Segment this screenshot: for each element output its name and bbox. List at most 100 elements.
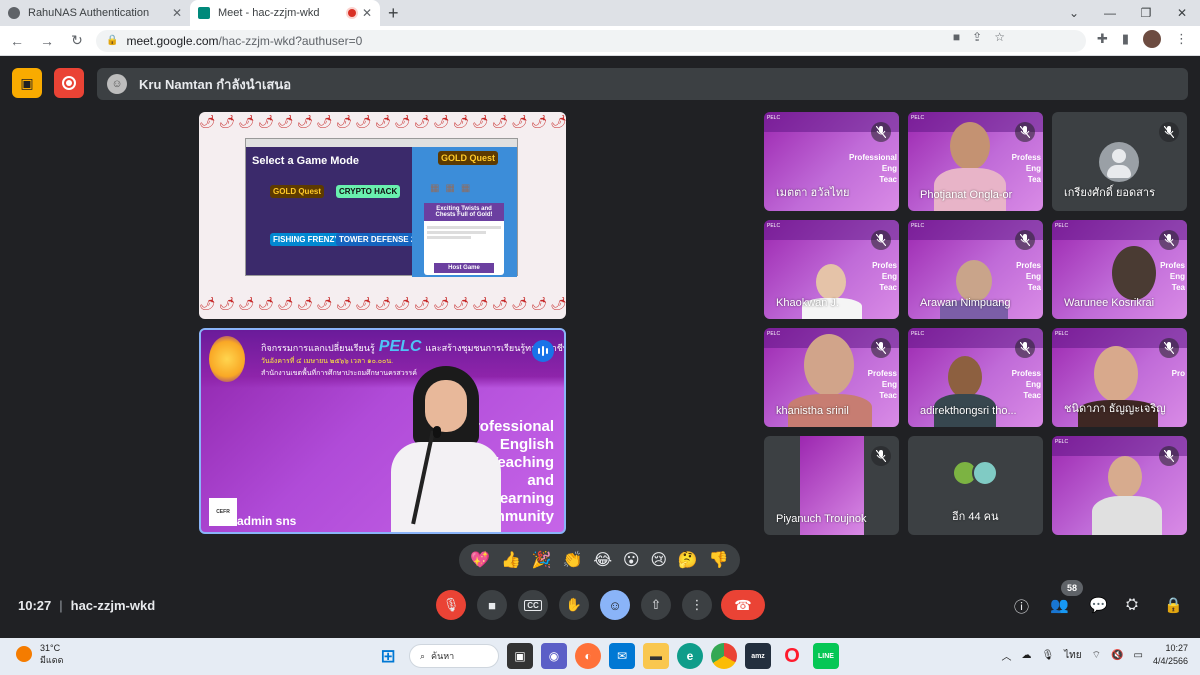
reaction-thumbs-up[interactable]: 👍: [501, 550, 521, 570]
clock[interactable]: 10:27 4/4/2566: [1153, 642, 1188, 668]
reaction-heart[interactable]: 💖: [470, 550, 490, 570]
weather-widget[interactable]: 31°C มีแดด: [16, 642, 63, 666]
raise-hand-button[interactable]: ✋: [559, 590, 589, 620]
game-logo-fishing: FISHING FRENZY: [270, 233, 343, 246]
back-icon[interactable]: ←: [4, 28, 30, 54]
game-side-panel: GOLD Quest ▦▦▦ Exciting Twists and Chest…: [412, 147, 517, 277]
game-browser-bar: [246, 139, 517, 147]
mic-off-icon: [871, 122, 891, 142]
end-call-button[interactable]: ☎: [721, 590, 765, 620]
reaction-laugh[interactable]: 😂: [593, 550, 612, 570]
participant-tile[interactable]: PELC Profess Eng Tea Photjanat Ongla-or: [908, 112, 1043, 211]
participant-tile[interactable]: PELC: [1052, 436, 1187, 535]
line-app-icon[interactable]: LINE: [813, 643, 839, 669]
participant-tile[interactable]: PELC Profes Eng Teac Khaokwan J.: [764, 220, 899, 319]
side-panel-icon[interactable]: ▮: [1122, 31, 1129, 47]
menu-kebab-icon[interactable]: ⋮: [1175, 31, 1188, 47]
teams-chat-icon[interactable]: ◉: [541, 643, 567, 669]
reaction-surprised[interactable]: 😮: [623, 550, 640, 570]
camera-toggle-button[interactable]: ■: [477, 590, 507, 620]
new-tab-button[interactable]: +: [380, 0, 407, 26]
tab-meet[interactable]: Meet - hac-zzjm-wkd ✕: [190, 0, 380, 26]
participant-name: เกรียงศักดิ์ ยอดสาร: [1064, 187, 1155, 199]
bookmark-star-icon[interactable]: ☆: [994, 30, 1005, 44]
extensions-puzzle-icon[interactable]: ✚: [1097, 31, 1108, 47]
volume-muted-icon[interactable]: 🔇: [1111, 650, 1123, 661]
url-input[interactable]: 🔒 meet.google.com/hac-zzjm-wkd?authuser=…: [96, 29, 1086, 52]
lock-icon[interactable]: 🔒: [106, 35, 118, 46]
participant-face: [950, 122, 990, 170]
participant-name: khanistha srinil: [776, 405, 849, 417]
reaction-thinking[interactable]: 🤔: [678, 550, 698, 570]
video-camera-icon: ■: [488, 597, 496, 613]
windows-start-icon[interactable]: ⊞: [375, 643, 401, 669]
captions-button[interactable]: CC: [518, 590, 548, 620]
wifi-icon[interactable]: ⌔: [1092, 649, 1101, 662]
close-tab-icon[interactable]: ✕: [362, 6, 372, 20]
profile-avatar[interactable]: [1143, 30, 1161, 48]
reaction-clap[interactable]: 👏: [563, 550, 583, 570]
chevron-up-icon[interactable]: ︿: [1001, 648, 1011, 663]
mail-icon[interactable]: ✉: [609, 643, 635, 669]
file-explorer-icon[interactable]: ▬: [643, 643, 669, 669]
search-label: ค้นหา: [431, 651, 455, 661]
speaker-name: admin sns: [237, 514, 297, 528]
chat-icon[interactable]: 💬: [1089, 596, 1108, 614]
participant-tile[interactable]: PELC Pro ชนิดาภา ธัญญะเจริญ: [1052, 328, 1187, 427]
opera-icon[interactable]: O: [779, 643, 805, 669]
stop-presenting-button[interactable]: ▣: [12, 68, 42, 98]
meeting-info-icon[interactable]: ⓘ: [1014, 596, 1029, 617]
people-icon[interactable]: 👥: [1050, 596, 1069, 614]
reactions-button[interactable]: ☺: [600, 590, 630, 620]
camera-icon[interactable]: ■: [953, 30, 960, 44]
restore-icon[interactable]: ❐: [1128, 0, 1164, 26]
participant-tile[interactable]: PELC Professional Eng Teac เมตตา ฮวัลไทย: [764, 112, 899, 211]
participant-tile[interactable]: PELC Profes Eng Tea Warunee Kosrikrai: [1052, 220, 1187, 319]
reaction-sad[interactable]: 😢: [650, 550, 667, 570]
reaction-party[interactable]: 🎉: [532, 550, 552, 570]
language-indicator[interactable]: ไทย: [1064, 648, 1081, 663]
present-now-button[interactable]: ⇧: [641, 590, 671, 620]
participant-tile[interactable]: Piyanuch Troujnok: [764, 436, 899, 535]
participant-tile[interactable]: PELC Profess Eng Teac khanistha srinil: [764, 328, 899, 427]
reload-icon[interactable]: ↻: [64, 28, 90, 54]
taskbar-search[interactable]: ⌕ ค้นหา: [409, 644, 499, 668]
meeting-code: hac-zzjm-wkd: [70, 598, 156, 613]
battery-icon[interactable]: ▭: [1134, 650, 1143, 661]
more-participants-tile[interactable]: อีก 44 คน: [908, 436, 1043, 535]
activities-icon[interactable]: ⛭: [1126, 596, 1138, 613]
participant-tile[interactable]: PELC Profes Eng Tea Arawan Nimpuang: [908, 220, 1043, 319]
share-icon[interactable]: ⇪: [972, 30, 982, 44]
tray-date: 4/4/2566: [1152, 656, 1188, 666]
close-tab-icon[interactable]: ✕: [172, 6, 182, 20]
close-window-icon[interactable]: ✕: [1164, 0, 1200, 26]
tab-rahunas[interactable]: RahuNAS Authentication ✕: [0, 0, 190, 26]
game-logo-crypto: CRYPTO HACK: [336, 185, 401, 198]
host-controls-icon[interactable]: 🔒: [1164, 596, 1183, 614]
amazon-icon[interactable]: amz: [745, 643, 771, 669]
speaker-body: [391, 442, 501, 532]
chrome-icon[interactable]: [711, 643, 737, 669]
task-view-icon[interactable]: ▣: [507, 643, 533, 669]
presenter-banner[interactable]: ☺ Kru Namtan กำลังนำเสนอ: [97, 68, 1188, 100]
tab-search-icon[interactable]: ⌄: [1056, 0, 1092, 26]
microphone-icon[interactable]: 🎙: [1041, 650, 1054, 661]
url-path: /hac-zzjm-wkd?authuser=0: [218, 33, 363, 48]
onedrive-icon[interactable]: ☁: [1021, 650, 1031, 661]
participant-tile[interactable]: เกรียงศักดิ์ ยอดสาร: [1052, 112, 1187, 211]
speaker-video: [377, 358, 513, 532]
more-options-button[interactable]: ⋮: [682, 590, 712, 620]
participant-tile[interactable]: PELC Profess Eng Teac adirekthongsri tho..…: [908, 328, 1043, 427]
edge-icon[interactable]: e: [677, 643, 703, 669]
mic-toggle-button[interactable]: 🎙: [436, 590, 466, 620]
forward-icon[interactable]: →: [34, 28, 60, 54]
meet-top-bar: ▣ ☺ Kru Namtan กำลังนำเสนอ: [0, 66, 1200, 102]
reaction-thumbs-down[interactable]: 👎: [709, 550, 729, 570]
minimize-icon[interactable]: —: [1092, 0, 1128, 26]
phone-hangup-icon: ☎: [734, 596, 752, 613]
shared-screen-tile[interactable]: 🌶🌶🌶🌶🌶🌶🌶🌶🌶🌶🌶🌶🌶🌶🌶🌶🌶🌶🌶 Select a Game Mode G…: [199, 112, 566, 319]
firefox-icon[interactable]: ◐: [575, 643, 601, 669]
speaker-tile[interactable]: กิจกรรมการแลกเปลี่ยนเรียนรู้ PELC และสร้าง…: [199, 328, 566, 534]
tile-side-text: Profess Eng Teac: [1011, 369, 1041, 400]
recording-button[interactable]: [54, 68, 84, 98]
